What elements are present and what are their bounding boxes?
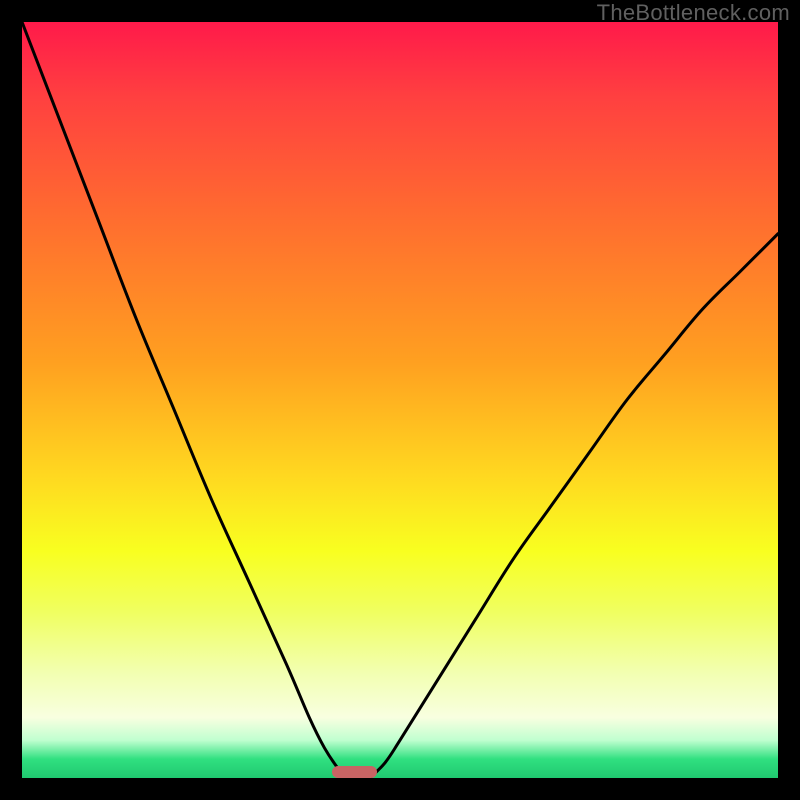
left-curve <box>22 22 347 778</box>
watermark-text: TheBottleneck.com <box>597 0 790 26</box>
right-curve <box>370 234 778 778</box>
curve-svg <box>22 22 778 778</box>
optimal-marker <box>332 766 377 778</box>
chart-area <box>22 22 778 778</box>
